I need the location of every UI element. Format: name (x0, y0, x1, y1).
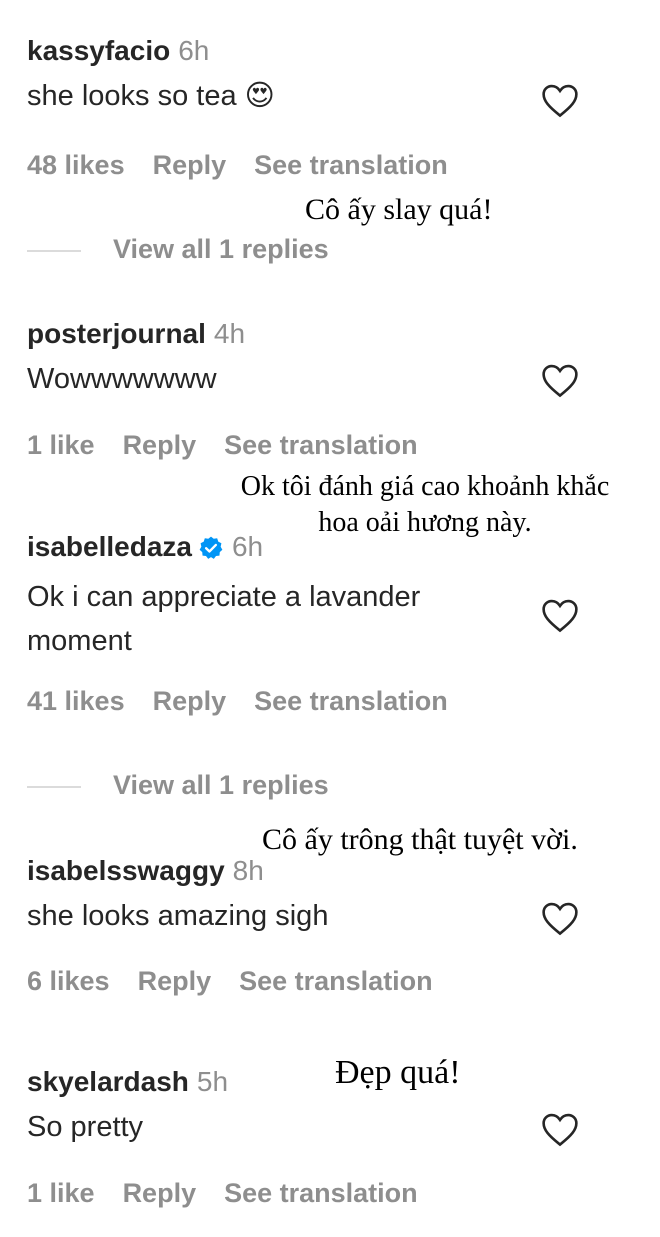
likes-count[interactable]: 6 likes (27, 966, 110, 996)
like-button[interactable] (540, 82, 580, 118)
see-translation-button[interactable]: See translation (254, 686, 448, 716)
comment-time: 5h (196, 1066, 229, 1097)
view-replies-label: View all 1 replies (113, 234, 329, 264)
likes-count[interactable]: 48 likes (27, 150, 125, 180)
like-button[interactable] (540, 900, 580, 936)
comment-time: 4h (213, 318, 246, 349)
see-translation-button[interactable]: See translation (224, 1178, 418, 1208)
reply-button[interactable]: Reply (138, 966, 212, 996)
like-button[interactable] (540, 1111, 580, 1147)
reply-button[interactable]: Reply (123, 1178, 197, 1208)
comment-actions: 1 like Reply See translation (27, 430, 446, 461)
comment-username[interactable]: posterjournal (27, 318, 206, 349)
view-replies-label: View all 1 replies (113, 770, 329, 800)
comment-actions: 48 likes Reply See translation (27, 150, 476, 181)
reply-button[interactable]: Reply (123, 430, 197, 460)
translation-overlay: Cô ấy slay quá! (305, 193, 493, 226)
verified-badge-icon (198, 535, 224, 569)
comment-text: Ok i can appreciate a lavander moment (27, 581, 421, 657)
see-translation-button[interactable]: See translation (239, 966, 433, 996)
comment-actions: 41 likes Reply See translation (27, 686, 476, 717)
see-translation-button[interactable]: See translation (254, 150, 448, 180)
comment-username[interactable]: isabelledaza (27, 531, 192, 562)
heart-outline-icon (542, 1113, 578, 1147)
comment-header: isabelsswaggy 8h (27, 854, 660, 888)
comment-username[interactable]: kassyfacio (27, 35, 170, 66)
comment-header: isabelledaza 6h (27, 530, 660, 569)
overlay-line: Ok tôi đánh giá cao khoảnh khắc (240, 471, 610, 502)
view-replies-button[interactable]: View all 1 replies (27, 770, 329, 801)
heart-outline-icon (542, 902, 578, 936)
replies-divider (27, 249, 81, 252)
comment-time: 6h (178, 35, 210, 66)
comment-actions: 1 like Reply See translation (27, 1178, 446, 1209)
comment-text: she looks so tea 😍 (27, 80, 275, 112)
likes-count[interactable]: 1 like (27, 1178, 95, 1208)
comment-username[interactable]: isabelsswaggy (27, 855, 225, 886)
heart-outline-icon (542, 364, 578, 398)
heart-outline-icon (542, 84, 578, 118)
likes-count[interactable]: 41 likes (27, 686, 125, 716)
like-button[interactable] (540, 597, 580, 633)
comment-actions: 6 likes Reply See translation (27, 966, 461, 997)
translation-overlay: Cô ấy trông thật tuyệt vời. (262, 823, 578, 856)
comment-text: Wowwwwwww (27, 363, 217, 395)
reply-button[interactable]: Reply (153, 150, 227, 180)
comment-text: she looks amazing sigh (27, 900, 329, 932)
comment-username[interactable]: skyelardash (27, 1066, 189, 1097)
reply-button[interactable]: Reply (153, 686, 227, 716)
comment-header: posterjournal 4h (27, 317, 660, 351)
likes-count[interactable]: 1 like (27, 430, 95, 460)
comment-time: 6h (231, 531, 264, 562)
replies-divider (27, 785, 81, 788)
comment-header: kassyfacio 6h (27, 34, 660, 68)
like-button[interactable] (540, 362, 580, 398)
view-replies-button[interactable]: View all 1 replies (27, 234, 329, 265)
comment-time: 8h (232, 855, 264, 886)
see-translation-button[interactable]: See translation (224, 430, 418, 460)
comment-text: So pretty (27, 1111, 144, 1143)
heart-outline-icon (542, 599, 578, 633)
comment-header: skyelardash 5h (27, 1065, 660, 1099)
